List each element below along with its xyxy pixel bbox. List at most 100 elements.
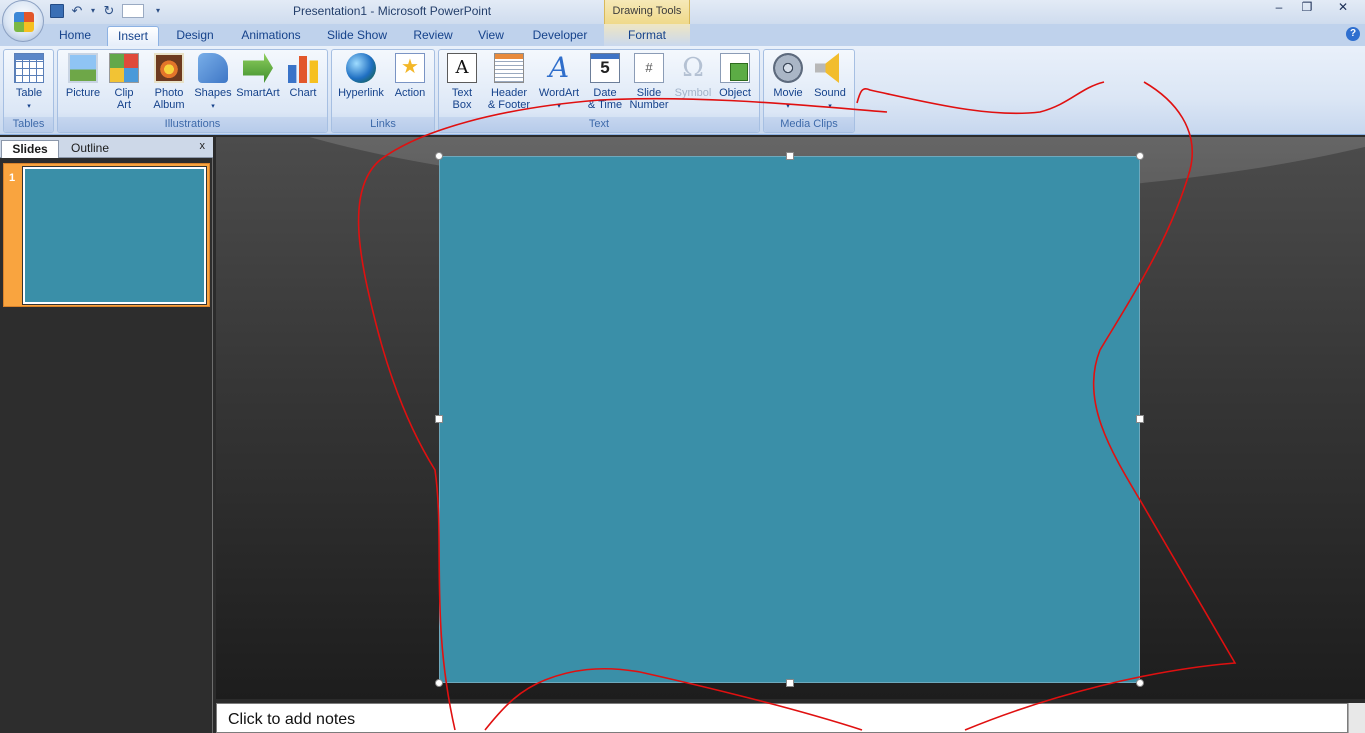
resize-handle-bottom-right[interactable]	[1136, 679, 1144, 687]
smartart-button[interactable]: SmartArt	[234, 53, 282, 99]
picture-button[interactable]: Picture	[62, 53, 104, 99]
minimize-button[interactable]: –	[1265, 0, 1293, 16]
redo-icon[interactable]: ↻	[102, 4, 116, 18]
window-title: Presentation1 - Microsoft PowerPoint	[293, 4, 492, 18]
wordart-button[interactable]: A WordArt ▾	[535, 53, 583, 113]
text-box-label: Text Box	[451, 87, 473, 111]
header-footer-label: Header & Footer	[487, 87, 531, 111]
group-text: A Text Box Header & Footer A WordArt ▾ 5…	[438, 49, 760, 133]
drawing-tools-context-label: Drawing Tools	[604, 0, 690, 24]
help-icon[interactable]: ?	[1346, 27, 1360, 41]
panel-tabs: Slides Outline x	[0, 137, 213, 158]
tab-format[interactable]: Format	[617, 26, 677, 46]
symbol-button[interactable]: Ω Symbol	[672, 53, 714, 99]
chart-icon	[288, 56, 318, 83]
hyperlink-globe-icon	[346, 53, 376, 83]
close-icon[interactable]: x	[200, 140, 206, 152]
shapes-icon	[198, 53, 228, 83]
slides-panel: Slides Outline x 1	[0, 137, 213, 733]
wordart-icon: A	[548, 51, 570, 84]
sound-label: Sound	[814, 87, 846, 99]
sound-button[interactable]: Sound ▾	[810, 53, 850, 113]
object-label: Object	[719, 87, 751, 99]
tab-slide-show[interactable]: Slide Show	[318, 26, 396, 46]
text-box-icon: A	[447, 53, 477, 83]
photo-album-button[interactable]: Photo Album	[146, 53, 192, 111]
shapes-button[interactable]: Shapes ▾	[192, 53, 234, 113]
smartart-icon	[243, 53, 273, 83]
title-bar: ↶ ▾ ↻ ▾ Presentation1 - Microsoft PowerP…	[0, 0, 1365, 24]
tab-home[interactable]: Home	[52, 26, 98, 46]
table-button[interactable]: Table ▾	[8, 53, 50, 113]
undo-icon[interactable]: ↶	[70, 4, 84, 18]
object-button[interactable]: Object	[715, 53, 755, 99]
tab-review[interactable]: Review	[405, 26, 461, 46]
resize-handle-right[interactable]	[1136, 415, 1144, 423]
table-dropdown-icon: ▾	[27, 103, 31, 110]
slide-canvas[interactable]	[439, 156, 1140, 683]
date-time-label: Date & Time	[587, 87, 623, 111]
clip-art-icon	[109, 53, 139, 83]
notes-placeholder: Click to add notes	[228, 711, 356, 728]
ribbon: Table ▾ Tables Picture Clip Art Photo Al…	[0, 46, 1365, 135]
action-button[interactable]: Action	[390, 53, 430, 99]
film-reel-icon	[773, 53, 803, 83]
hyperlink-button[interactable]: Hyperlink	[335, 53, 387, 99]
ribbon-tabs: Home Insert Design Animations Slide Show…	[0, 24, 1365, 46]
notes-pane[interactable]: Click to add notes	[216, 703, 1348, 733]
group-label-illustrations: Illustrations	[58, 117, 327, 132]
tab-insert[interactable]: Insert	[107, 26, 159, 46]
movie-dropdown-icon: ▾	[786, 103, 790, 110]
slide-thumbnail[interactable]	[22, 166, 207, 305]
header-footer-button[interactable]: Header & Footer	[485, 53, 533, 111]
tab-animations[interactable]: Animations	[232, 26, 310, 46]
resize-handle-top-left[interactable]	[435, 152, 443, 160]
hyperlink-label: Hyperlink	[338, 87, 384, 99]
office-logo-icon	[14, 12, 34, 32]
movie-label: Movie	[773, 87, 803, 99]
restore-button[interactable]: ❐	[1293, 0, 1321, 16]
undo-dropdown-icon[interactable]: ▾	[90, 4, 96, 18]
office-button[interactable]	[2, 0, 44, 42]
quick-access-toolbar: ↶ ▾ ↻ ▾	[50, 2, 162, 20]
calendar-icon: 5	[590, 53, 620, 83]
shapes-dropdown-icon: ▾	[211, 103, 215, 110]
group-label-tables: Tables	[4, 117, 53, 132]
table-icon	[14, 53, 44, 83]
shapes-label: Shapes	[194, 87, 232, 99]
tab-developer[interactable]: Developer	[525, 26, 595, 46]
symbol-label: Symbol	[674, 87, 712, 99]
text-box-button[interactable]: A Text Box	[442, 53, 482, 111]
object-icon	[720, 53, 750, 83]
clip-art-label: Clip Art	[114, 87, 134, 111]
tab-outline[interactable]: Outline	[60, 140, 120, 158]
chart-button[interactable]: Chart	[284, 53, 322, 99]
table-label: Table	[15, 87, 43, 99]
chart-label: Chart	[289, 87, 317, 99]
clip-art-button[interactable]: Clip Art	[108, 53, 140, 111]
notes-scrollbar[interactable]	[1348, 703, 1365, 733]
close-button[interactable]: ✕	[1321, 0, 1365, 16]
slide-editing-area[interactable]	[216, 137, 1365, 699]
resize-handle-top[interactable]	[786, 152, 794, 160]
group-illustrations: Picture Clip Art Photo Album Shapes ▾ Sm…	[57, 49, 328, 133]
slide-thumbnail-selected[interactable]: 1	[3, 163, 210, 307]
resize-handle-left[interactable]	[435, 415, 443, 423]
sound-dropdown-icon: ▾	[828, 103, 832, 110]
tab-slides[interactable]: Slides	[1, 140, 59, 158]
slide-number-button[interactable]: # Slide Number	[627, 53, 671, 111]
slide-number-icon: #	[634, 53, 664, 83]
customize-toolbar-icon[interactable]: ▾	[154, 4, 162, 18]
wordart-label: WordArt	[538, 87, 580, 99]
picture-icon	[68, 53, 98, 83]
tab-design[interactable]: Design	[168, 26, 222, 46]
action-label: Action	[394, 87, 426, 99]
date-time-button[interactable]: 5 Date & Time	[586, 53, 624, 111]
movie-button[interactable]: Movie ▾	[767, 53, 809, 113]
resize-handle-bottom[interactable]	[786, 679, 794, 687]
resize-handle-bottom-left[interactable]	[435, 679, 443, 687]
new-slide-quick-button[interactable]	[122, 4, 144, 18]
save-icon[interactable]	[50, 4, 64, 18]
resize-handle-top-right[interactable]	[1136, 152, 1144, 160]
tab-view[interactable]: View	[470, 26, 512, 46]
